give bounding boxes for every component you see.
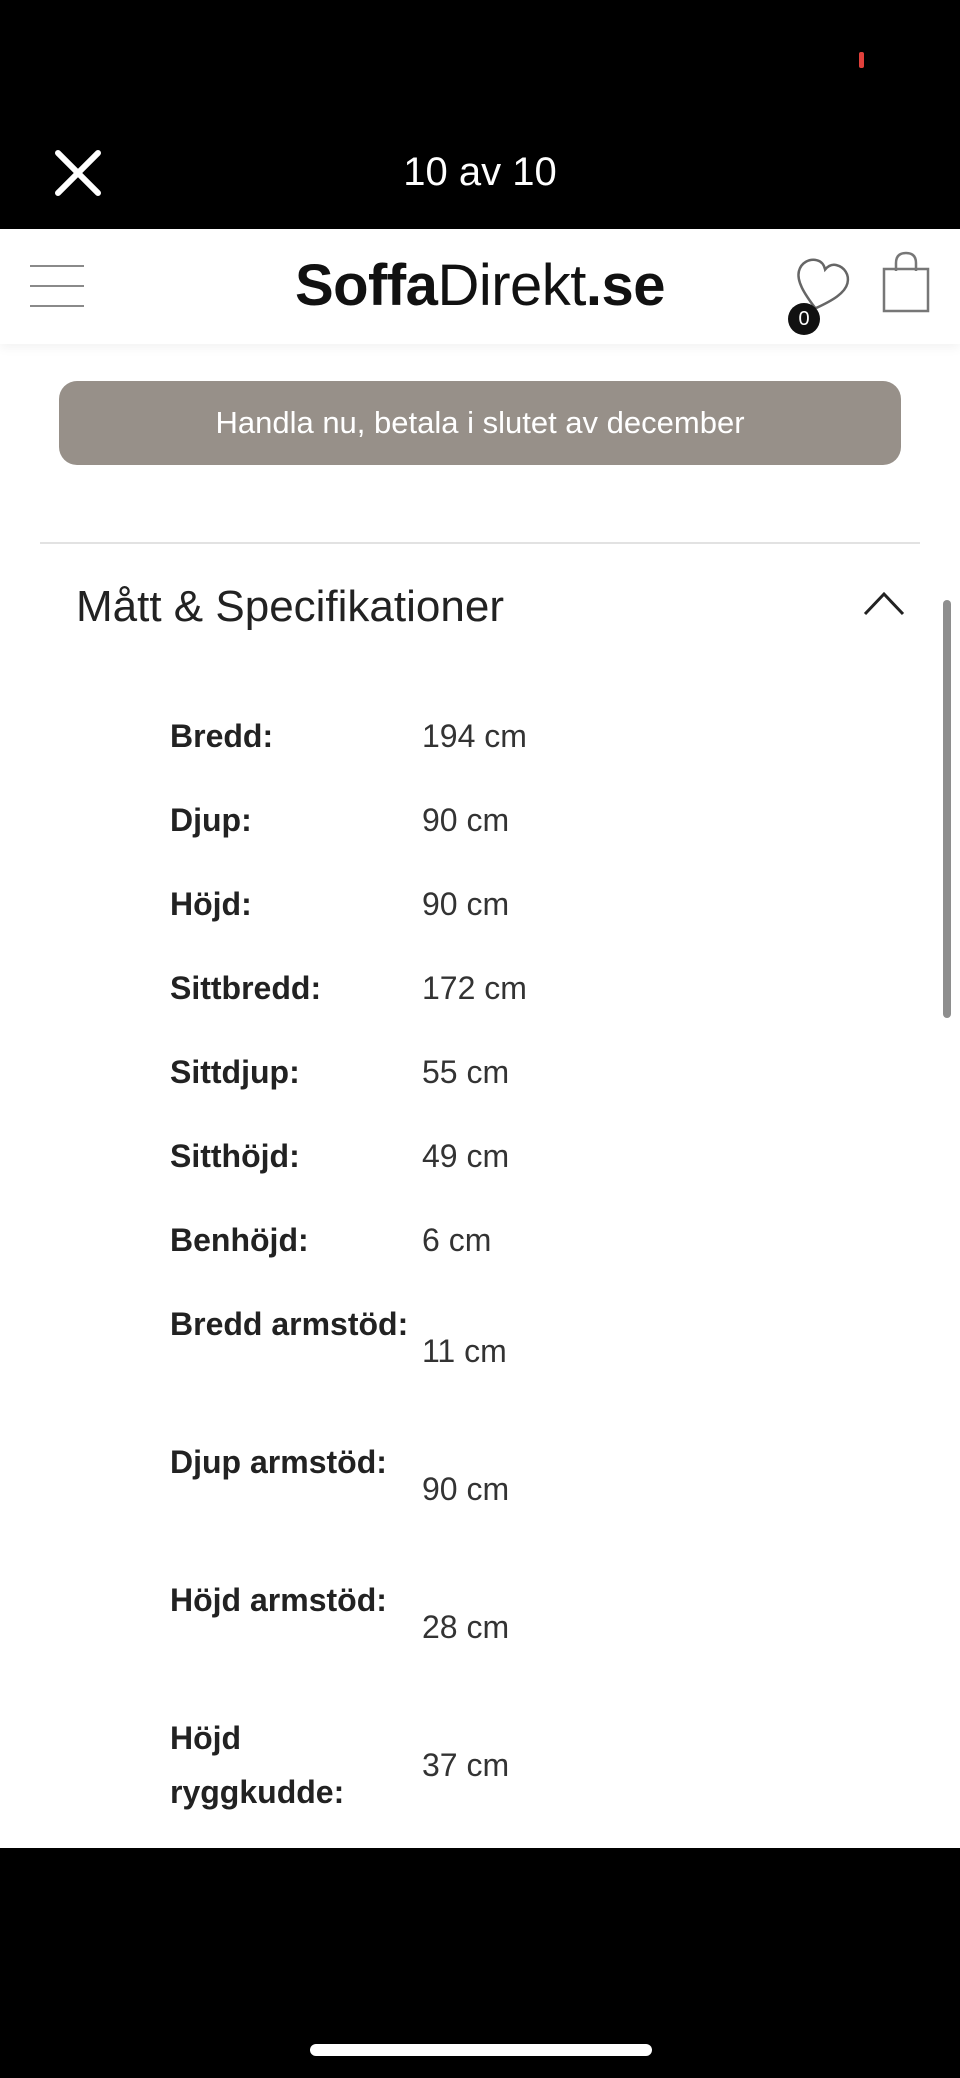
page-scrollbar[interactable] <box>943 600 951 1018</box>
spec-value: 90 cm <box>422 886 510 922</box>
spec-label: Djup: <box>170 802 252 838</box>
promo-banner[interactable]: Handla nu, betala i slutet av december <box>59 381 901 465</box>
section-divider <box>40 542 920 544</box>
site-header: SoffaDirekt.se 0 <box>0 229 960 344</box>
logo-part-3: .se <box>585 253 666 318</box>
spec-value: 28 cm <box>422 1609 510 1645</box>
spec-value: 172 cm <box>422 970 527 1006</box>
home-indicator[interactable] <box>310 2044 652 2056</box>
spec-value: 90 cm <box>422 802 510 838</box>
spec-value: 55 cm <box>422 1054 510 1090</box>
spec-label: Benhöjd: <box>170 1222 309 1258</box>
spec-label: Höjd: <box>170 886 252 922</box>
status-indicator <box>859 52 864 68</box>
spec-label: Höjd armstöd: <box>170 1582 387 1618</box>
spec-label: Höjd ryggkudde: <box>170 1720 345 1810</box>
specs-accordion-header[interactable]: Mått & Specifikationer <box>40 569 920 649</box>
logo-part-2: Direkt <box>437 253 586 318</box>
spec-value: 6 cm <box>422 1222 492 1258</box>
spec-value: 49 cm <box>422 1138 510 1174</box>
spec-label: Bredd: <box>170 718 274 754</box>
spec-label: Sitthöjd: <box>170 1138 300 1174</box>
spec-label: Djup armstöd: <box>170 1444 387 1480</box>
spec-value: 194 cm <box>422 718 527 754</box>
cart-button[interactable] <box>878 249 934 317</box>
bag-icon <box>882 251 930 313</box>
spec-value: 11 cm <box>422 1333 507 1369</box>
spec-label: Sittbredd: <box>170 970 322 1006</box>
logo-part-1: Soffa <box>294 253 438 318</box>
chevron-up-icon <box>863 591 905 616</box>
wishlist-count-badge: 0 <box>788 303 820 335</box>
spec-label: Sittdjup: <box>170 1054 300 1090</box>
webpage-screenshot: SoffaDirekt.se 0 Handla nu, betala i slu… <box>0 229 960 1848</box>
spec-value: 90 cm <box>422 1471 510 1507</box>
image-counter: 10 av 10 <box>403 150 557 194</box>
wishlist-button[interactable]: 0 <box>786 251 856 335</box>
spec-label: Bredd armstöd: <box>170 1306 409 1342</box>
spec-value: 37 cm <box>422 1747 510 1783</box>
specs-title: Mått & Specifikationer <box>76 582 504 631</box>
